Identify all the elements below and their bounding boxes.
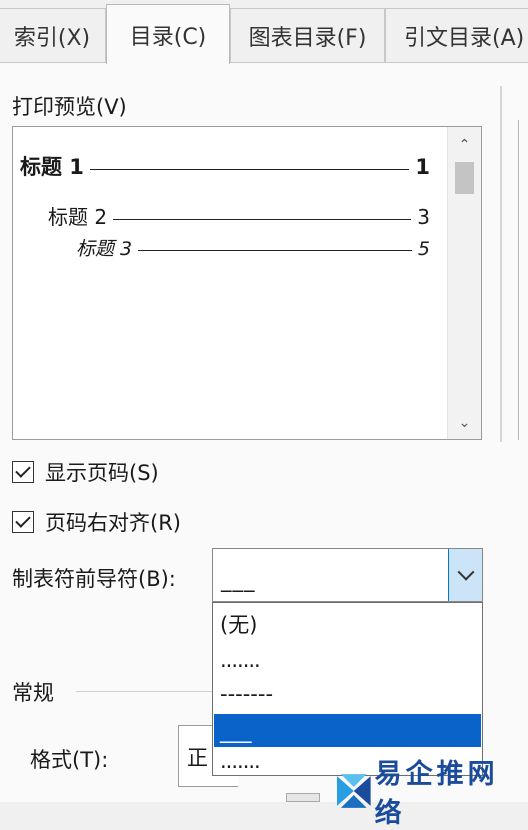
option-none[interactable]: (无) xyxy=(214,607,481,640)
option-dashes[interactable]: ------- xyxy=(214,677,481,710)
preview-heading2-page: 3 xyxy=(417,205,430,229)
show-page-numbers-option[interactable]: 显示页码(S) xyxy=(12,457,159,487)
tab-table-of-authorities-label: 引文目录(A) xyxy=(404,25,525,51)
print-preview-label: 打印预览(V) xyxy=(12,95,127,119)
tab-table-of-figures[interactable]: 图表目录(F) xyxy=(230,8,385,62)
web-preview-box-edge xyxy=(518,120,528,440)
right-align-checkbox[interactable] xyxy=(12,511,34,533)
watermark: 易企推网络 xyxy=(333,752,528,830)
preview-heading3-leader xyxy=(138,250,412,251)
tab-toc-label: 目录(C) xyxy=(129,24,207,50)
preview-line-heading3: 标题 3 5 xyxy=(76,234,430,261)
scroll-thumb[interactable] xyxy=(455,162,474,194)
preview-heading1-page: 1 xyxy=(415,155,430,179)
tab-leader-dropdown-list: (无) ....... ------- ___ ....... xyxy=(212,602,483,776)
formats-spinner-edge[interactable] xyxy=(286,793,320,802)
scroll-down-icon[interactable]: ⌄ xyxy=(448,411,481,435)
option-underline[interactable]: ___ xyxy=(214,714,481,747)
preview-heading1-leader xyxy=(89,169,410,170)
preview-heading2-leader xyxy=(113,219,412,220)
tab-leader-select[interactable]: ___ xyxy=(212,548,483,602)
print-preview-box: 标题 1 1 标题 2 3 标题 3 5 ⌃ ⌄ xyxy=(12,126,482,440)
formats-label: 格式(T): xyxy=(30,748,109,772)
preview-heading3-text: 标题 3 xyxy=(76,238,133,260)
preview-heading2-text: 标题 2 xyxy=(48,205,108,229)
chevron-down-icon xyxy=(457,563,474,581)
general-section-title: 常规 xyxy=(12,681,54,705)
right-align-label: 页码右对齐(R) xyxy=(45,511,181,535)
column-separator xyxy=(500,86,502,442)
preview-line-heading2: 标题 2 3 xyxy=(48,201,430,230)
watermark-logo-icon xyxy=(336,774,371,808)
tab-index[interactable]: 索引(X) xyxy=(0,8,106,62)
tab-toc[interactable]: 目录(C) xyxy=(106,4,230,64)
option-dots[interactable]: ....... xyxy=(214,643,481,676)
tab-leader-label: 制表符前导符(B): xyxy=(12,567,176,591)
show-page-numbers-checkbox[interactable] xyxy=(12,461,34,483)
preview-heading1-text: 标题 1 xyxy=(20,155,84,179)
right-align-option[interactable]: 页码右对齐(R) xyxy=(12,507,181,537)
formats-value: 正 xyxy=(187,746,208,770)
tab-leader-selected-value: ___ xyxy=(221,568,256,592)
general-section-divider xyxy=(76,691,216,692)
tab-index-label: 索引(X) xyxy=(13,25,91,51)
tab-table-of-figures-label: 图表目录(F) xyxy=(248,25,367,51)
dropdown-button[interactable] xyxy=(448,549,482,601)
show-page-numbers-label: 显示页码(S) xyxy=(45,461,159,485)
preview-scrollbar[interactable]: ⌃ ⌄ xyxy=(447,127,481,439)
watermark-text: 易企推网络 xyxy=(374,759,499,829)
preview-heading3-page: 5 xyxy=(417,238,430,260)
tab-table-of-authorities[interactable]: 引文目录(A) xyxy=(385,8,528,62)
preview-line-heading1: 标题 1 1 xyxy=(20,151,430,181)
scroll-up-icon[interactable]: ⌃ xyxy=(448,133,481,157)
